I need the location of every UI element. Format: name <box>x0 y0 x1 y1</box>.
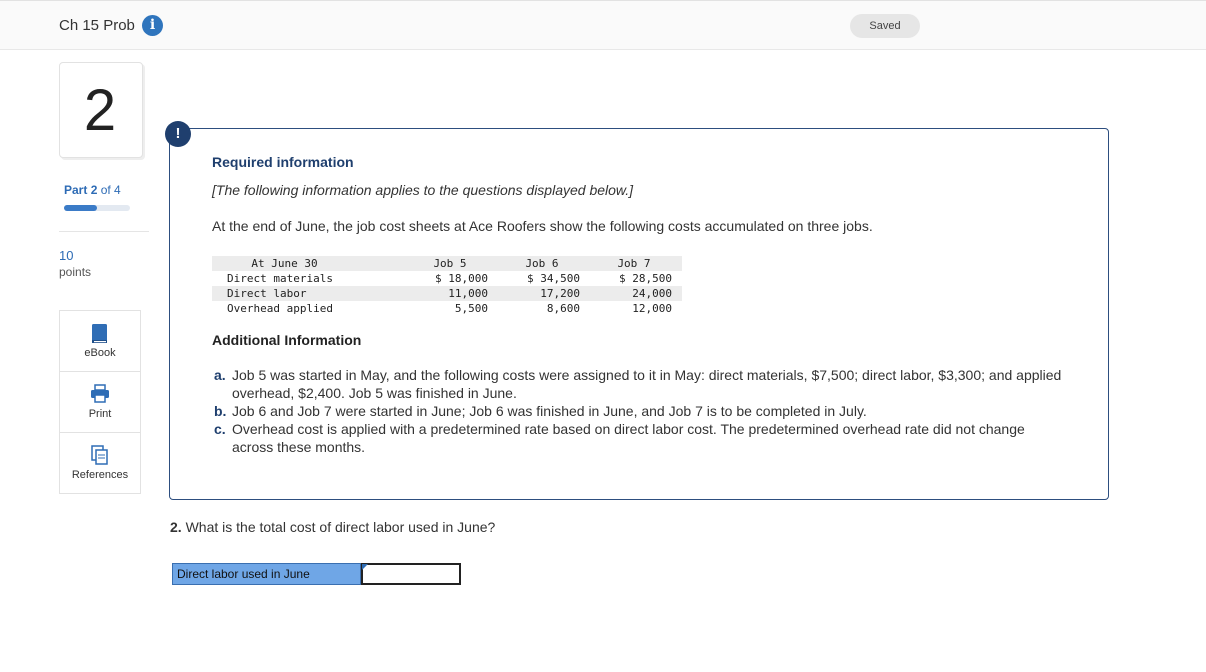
print-label: Print <box>88 408 112 420</box>
info-intro: At the end of June, the job cost sheets … <box>212 218 873 234</box>
printer-icon <box>91 384 109 403</box>
ebook-label: eBook <box>84 347 116 359</box>
answer-row-label: Direct labor used in June <box>172 563 361 585</box>
info-icon[interactable]: i <box>142 15 163 36</box>
list-item: c. Overhead cost is applied with a prede… <box>214 420 1064 456</box>
table-cell: 8,600 <box>546 302 580 315</box>
print-button[interactable]: Print <box>60 372 140 433</box>
table-cell: Overhead applied <box>227 302 333 315</box>
book-icon <box>92 324 107 343</box>
table-header: Job 6 <box>525 257 559 270</box>
table-cell: 24,000 <box>632 287 672 300</box>
required-info-heading: Required information <box>212 154 354 170</box>
part-prefix: Part <box>64 183 88 197</box>
part-total: of 4 <box>100 183 121 197</box>
list-item: b. Job 6 and Job 7 were started in June;… <box>214 402 1064 420</box>
table-header: Job 5 <box>433 257 467 270</box>
table-cell: $ 18,000 <box>435 272 488 285</box>
table-cell: $ 28,500 <box>619 272 672 285</box>
direct-labor-input[interactable] <box>361 563 461 585</box>
ebook-button[interactable]: eBook <box>60 311 140 372</box>
info-note: [The following information applies to th… <box>212 182 634 198</box>
input-flag-icon <box>362 564 368 570</box>
part-progress-bar <box>64 205 130 211</box>
points-value: 10 <box>59 248 74 263</box>
additional-info-heading: Additional Information <box>212 332 362 348</box>
table-cell: $ 34,500 <box>527 272 580 285</box>
references-label: References <box>71 469 129 481</box>
part-progress-fill <box>64 205 97 211</box>
table-cell: 17,200 <box>540 287 580 300</box>
part-indicator: Part 2 of 4 <box>64 183 121 197</box>
tools-panel: eBook Print References <box>59 310 141 494</box>
list-marker: a. <box>214 367 226 383</box>
list-item: a. Job 5 was started in May, and the fol… <box>214 366 1064 402</box>
list-marker: b. <box>214 403 227 419</box>
list-item-text: Overhead cost is applied with a predeter… <box>232 421 1025 455</box>
assignment-title: Ch 15 Prob <box>59 17 135 34</box>
question-number-card: 2 <box>59 62 143 158</box>
part-current: 2 <box>90 183 98 197</box>
sidebar-divider <box>59 231 149 232</box>
table-row: Overhead applied 5,500 8,600 12,000 <box>212 301 682 316</box>
table-cell: Direct labor <box>227 287 307 300</box>
top-bar: Ch 15 Prob i Saved <box>0 0 1206 50</box>
list-item-text: Job 5 was started in May, and the follow… <box>232 367 1062 401</box>
references-button[interactable]: References <box>60 433 140 494</box>
question-number: 2 <box>83 78 117 143</box>
question-number-label: 2. <box>170 519 182 535</box>
table-cell: Direct materials <box>227 272 333 285</box>
saved-status-badge: Saved <box>850 14 920 38</box>
question-text: What is the total cost of direct labor u… <box>185 519 496 535</box>
list-marker: c. <box>214 421 226 437</box>
question-prompt: 2. What is the total cost of direct labo… <box>170 519 495 535</box>
table-header-row: At June 30 Job 5 Job 6 Job 7 <box>212 256 682 271</box>
table-row: Direct labor 11,000 17,200 24,000 <box>212 286 682 301</box>
job-cost-table: At June 30 Job 5 Job 6 Job 7 Direct mate… <box>212 256 682 316</box>
table-cell: 11,000 <box>448 287 488 300</box>
alert-icon: ! <box>165 121 191 147</box>
points-label: points <box>59 265 92 279</box>
table-header: Job 7 <box>617 257 651 270</box>
table-header: At June 30 <box>251 257 318 270</box>
list-item-text: Job 6 and Job 7 were started in June; Jo… <box>232 403 867 419</box>
documents-icon <box>91 445 108 465</box>
table-cell: 5,500 <box>454 302 488 315</box>
table-cell: 12,000 <box>632 302 672 315</box>
additional-info-list: a. Job 5 was started in May, and the fol… <box>214 366 1064 456</box>
table-row: Direct materials $ 18,000 $ 34,500 $ 28,… <box>212 271 682 286</box>
